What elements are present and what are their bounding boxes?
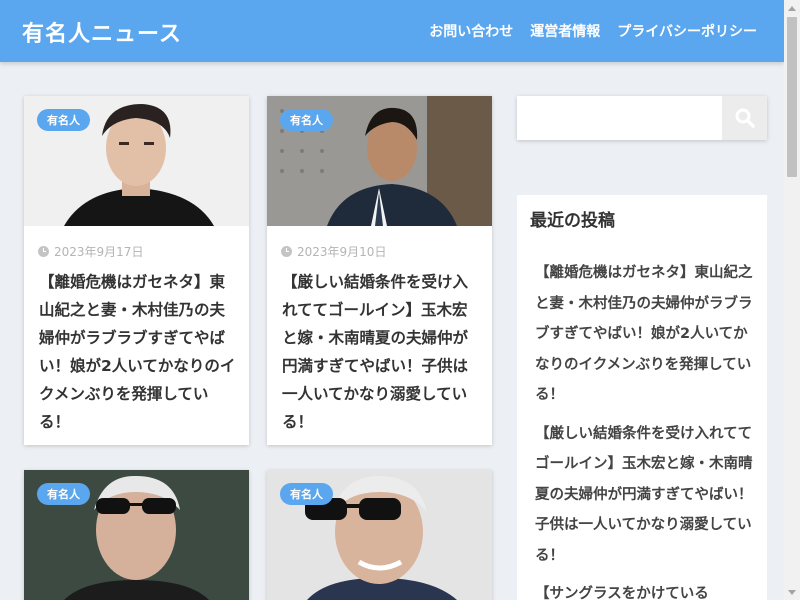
category-badge[interactable]: 有名人 (37, 483, 90, 505)
post-card[interactable]: 有名人 (24, 470, 249, 600)
post-title[interactable]: 【厳しい結婚条件を受け入れててゴールイン】玉木宏と嫁・木南晴夏の夫婦仲が円満すぎ… (282, 268, 482, 436)
search-icon (735, 108, 755, 128)
post-card[interactable]: 有名人 2023年9月17日 【離婚危機はガセネタ】東山紀之と妻・木村佳乃の夫婦… (24, 96, 249, 445)
category-badge[interactable]: 有名人 (37, 109, 90, 131)
scroll-thumb[interactable] (787, 17, 797, 177)
post-card[interactable]: 有名人 (267, 470, 492, 600)
search-input[interactable] (517, 96, 722, 140)
recent-post-link[interactable]: 【厳しい結婚条件を受け入れててゴールイン】玉木宏と嫁・木南晴夏の夫婦仲が円満すぎ… (535, 419, 753, 572)
site-title[interactable]: 有名人ニュース (22, 16, 182, 48)
nav-about-link[interactable]: 運営者情報 (530, 21, 600, 41)
post-thumbnail[interactable]: 有名人 (267, 470, 492, 600)
chevron-down-icon (788, 589, 796, 595)
recent-post-link[interactable]: 【サングラスをかけている (535, 579, 753, 600)
post-thumbnail[interactable]: 有名人 (24, 96, 249, 226)
clock-icon (38, 246, 49, 257)
search-box (517, 96, 767, 140)
recent-posts-widget: 最近の投稿 【離婚危機はガセネタ】東山紀之と妻・木村佳乃の夫婦仲がラブラブすぎて… (517, 195, 767, 600)
nav-contact-link[interactable]: お問い合わせ (429, 21, 513, 41)
category-badge[interactable]: 有名人 (280, 483, 333, 505)
nav-privacy-link[interactable]: プライバシーポリシー (617, 21, 757, 41)
category-badge[interactable]: 有名人 (280, 109, 333, 131)
post-date-text: 2023年9月10日 (297, 245, 387, 259)
chevron-up-icon (788, 5, 796, 11)
scroll-up-arrow[interactable] (784, 0, 800, 16)
header-nav: お問い合わせ 運営者情報 プライバシーポリシー (429, 21, 757, 41)
recent-posts-list: 【離婚危機はガセネタ】東山紀之と妻・木村佳乃の夫婦仲がラブラブすぎてやばい！娘が… (535, 258, 753, 600)
clock-icon (281, 246, 292, 257)
recent-post-link[interactable]: 【離婚危機はガセネタ】東山紀之と妻・木村佳乃の夫婦仲がラブラブすぎてやばい！娘が… (535, 258, 753, 411)
post-date: 2023年9月10日 (281, 243, 386, 260)
post-title[interactable]: 【離婚危機はガセネタ】東山紀之と妻・木村佳乃の夫婦仲がラブラブすぎてやばい！娘が… (39, 268, 239, 436)
search-button[interactable] (722, 96, 767, 140)
post-date-text: 2023年9月17日 (54, 245, 144, 259)
post-thumbnail[interactable]: 有名人 (267, 96, 492, 226)
scroll-down-arrow[interactable] (784, 584, 800, 600)
post-date: 2023年9月17日 (38, 243, 143, 260)
page-scrollbar[interactable] (784, 0, 800, 600)
post-thumbnail[interactable]: 有名人 (24, 470, 249, 600)
widget-title: 最近の投稿 (530, 211, 615, 231)
post-card[interactable]: 有名人 2023年9月10日 【厳しい結婚条件を受け入れててゴールイン】玉木宏と… (267, 96, 492, 445)
site-header: 有名人ニュース お問い合わせ 運営者情報 プライバシーポリシー (0, 0, 784, 62)
